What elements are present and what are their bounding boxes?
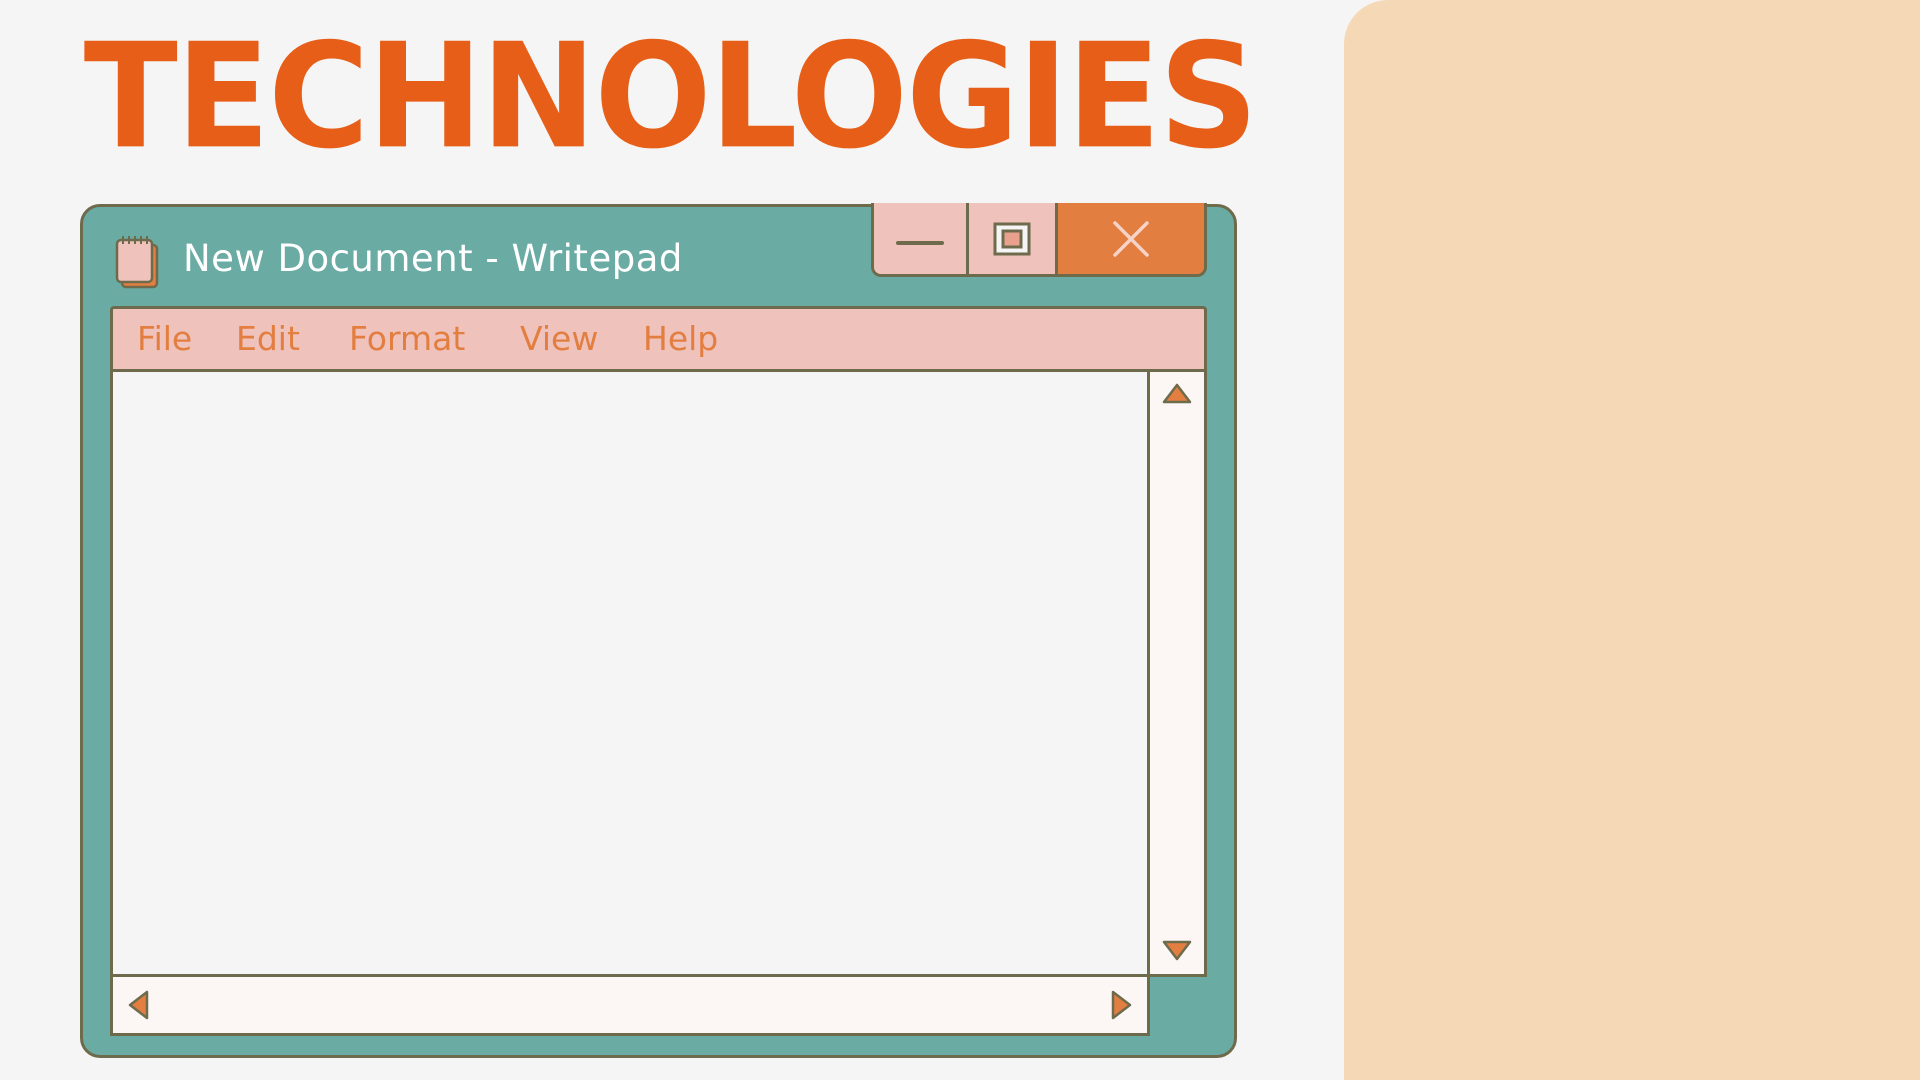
scroll-down-arrow-icon[interactable] <box>1161 938 1193 962</box>
menu-bar: File Edit Format View Help <box>110 306 1207 369</box>
menu-help[interactable]: Help <box>643 319 718 358</box>
window-controls <box>871 203 1207 277</box>
scroll-up-arrow-icon[interactable] <box>1161 382 1193 406</box>
menu-file[interactable]: File <box>137 319 192 358</box>
close-button[interactable] <box>1058 203 1204 274</box>
minimize-button[interactable] <box>874 203 969 274</box>
side-panel <box>1344 0 1920 1080</box>
minimize-icon <box>896 240 944 245</box>
document-text-area[interactable] <box>110 369 1150 977</box>
window-title: New Document - Writepad <box>183 237 683 280</box>
horizontal-scrollbar[interactable] <box>110 974 1150 1036</box>
maximize-button[interactable] <box>969 203 1058 274</box>
menu-edit[interactable]: Edit <box>236 319 300 358</box>
scroll-right-arrow-icon[interactable] <box>1109 989 1133 1021</box>
vertical-scrollbar[interactable] <box>1147 369 1207 977</box>
close-icon <box>1113 220 1149 257</box>
page-heading: TECHNOLOGIES <box>83 11 1259 182</box>
menu-view[interactable]: View <box>520 319 598 358</box>
notepad-icon <box>115 236 159 289</box>
maximize-icon <box>993 222 1031 255</box>
menu-format[interactable]: Format <box>349 319 465 358</box>
writepad-window: New Document - Writepad File Edit Format… <box>80 203 1237 1058</box>
scroll-left-arrow-icon[interactable] <box>127 989 151 1021</box>
